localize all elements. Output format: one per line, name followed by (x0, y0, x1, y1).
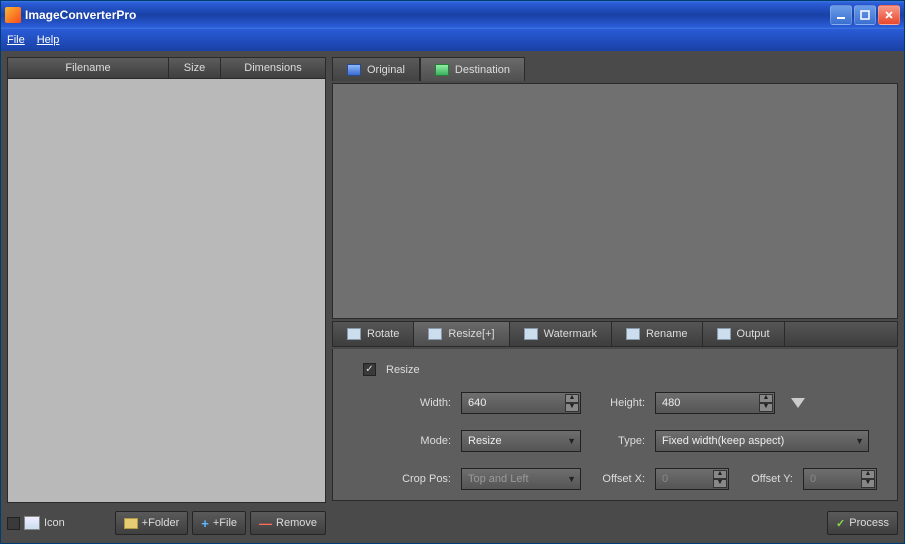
add-folder-button[interactable]: +Folder (115, 511, 189, 535)
col-filename[interactable]: Filename (8, 58, 169, 78)
type-select[interactable]: Fixed width(keep aspect) (655, 430, 869, 452)
resize-settings: ✓ Resize Width: 640▲▼ Height: 480▲▼ Mode… (332, 349, 898, 501)
tab-rotate[interactable]: Rotate (333, 322, 414, 346)
remove-button[interactable]: —Remove (250, 511, 326, 535)
left-pane: Filename Size Dimensions Icon +Folder ++… (7, 57, 326, 537)
height-spinner[interactable]: ▲▼ (759, 394, 773, 412)
resize-icon (428, 328, 442, 340)
filelist-header: Filename Size Dimensions (7, 57, 326, 79)
tab-original[interactable]: Original (332, 57, 420, 81)
tab-watermark[interactable]: Watermark (510, 322, 612, 346)
icon-mode-checkbox[interactable] (7, 517, 20, 530)
offset-x-spinner[interactable]: ▲▼ (713, 470, 727, 488)
tab-rename[interactable]: Rename (612, 322, 703, 346)
menubar: File Help (1, 29, 904, 51)
content-area: Filename Size Dimensions Icon +Folder ++… (1, 51, 904, 543)
window-title: ImageConverterPro (25, 8, 830, 22)
check-icon: ✓ (836, 517, 845, 530)
window-buttons (830, 5, 900, 25)
plus-icon: + (201, 516, 209, 531)
col-size[interactable]: Size (169, 58, 221, 78)
tab-resize[interactable]: Resize[+] (414, 322, 509, 346)
offset-y-input[interactable]: 0▲▼ (803, 468, 877, 490)
right-pane: Original Destination Rotate Resize[+] Wa… (332, 57, 898, 537)
offset-y-spinner[interactable]: ▲▼ (861, 470, 875, 488)
output-icon (717, 328, 731, 340)
mode-label: Mode: (393, 435, 451, 447)
right-footer: ✓Process (332, 509, 898, 537)
crop-pos-label: Crop Pos: (393, 473, 451, 485)
offset-x-label: Offset X: (591, 473, 645, 485)
type-label: Type: (591, 435, 645, 447)
icon-mode-label: Icon (44, 517, 65, 529)
height-input[interactable]: 480▲▼ (655, 392, 775, 414)
titlebar: ImageConverterPro (1, 1, 904, 29)
minimize-button[interactable] (830, 5, 852, 25)
destination-icon (435, 64, 449, 76)
height-label: Height: (591, 397, 645, 409)
add-file-button[interactable]: ++File (192, 511, 246, 535)
folder-icon (124, 518, 138, 529)
width-label: Width: (393, 397, 451, 409)
app-window: ImageConverterPro File Help Filename Siz… (0, 0, 905, 544)
image-icon (347, 64, 361, 76)
preview-area (332, 83, 898, 319)
icon-mode-toggle[interactable]: Icon (7, 516, 65, 530)
width-spinner[interactable]: ▲▼ (565, 394, 579, 412)
filelist-body[interactable] (7, 79, 326, 503)
rotate-icon (347, 328, 361, 340)
width-input[interactable]: 640▲▼ (461, 392, 581, 414)
mode-select[interactable]: Resize (461, 430, 581, 452)
tab-output[interactable]: Output (703, 322, 785, 346)
resize-checkbox[interactable]: ✓ (363, 363, 376, 376)
grid-icon (24, 516, 40, 530)
expand-toggle-icon[interactable] (791, 398, 805, 408)
col-dimensions[interactable]: Dimensions (221, 58, 325, 78)
offset-y-label: Offset Y: (739, 473, 793, 485)
left-footer: Icon +Folder ++File —Remove (7, 509, 326, 537)
menu-file[interactable]: File (7, 34, 25, 46)
crop-pos-select[interactable]: Top and Left (461, 468, 581, 490)
app-icon (5, 7, 21, 23)
rename-icon (626, 328, 640, 340)
resize-checkbox-label: Resize (386, 364, 420, 376)
menu-help[interactable]: Help (37, 34, 60, 46)
minus-icon: — (259, 516, 272, 531)
tab-destination[interactable]: Destination (420, 57, 525, 81)
preview-tabs: Original Destination (332, 57, 898, 81)
offset-x-input[interactable]: 0▲▼ (655, 468, 729, 490)
process-button[interactable]: ✓Process (827, 511, 898, 535)
settings-tabs: Rotate Resize[+] Watermark Rename Output (332, 321, 898, 347)
close-button[interactable] (878, 5, 900, 25)
maximize-button[interactable] (854, 5, 876, 25)
watermark-icon (524, 328, 538, 340)
